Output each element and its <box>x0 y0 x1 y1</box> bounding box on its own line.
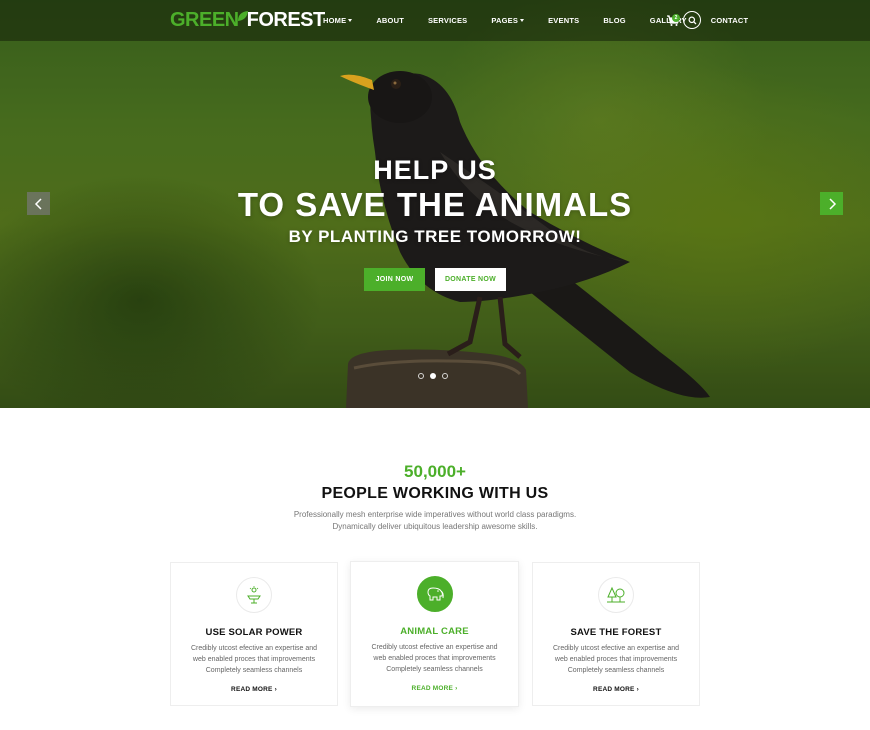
card-text: Credibly utcost efective an expertise an… <box>371 644 498 651</box>
logo-text-white: FOREST <box>246 9 326 31</box>
section-description-line1: Professionally mesh enterprise wide impe… <box>293 510 577 519</box>
card-text: Completely seamless channels <box>386 666 483 673</box>
search-button[interactable] <box>683 11 701 29</box>
card-text: web enabled proces that improvements <box>192 656 316 663</box>
card-text: web enabled proces that improvements <box>373 655 496 662</box>
card-text: Credibly utcost efective an expertise an… <box>190 645 318 652</box>
card-title: SAVE THE FOREST <box>570 627 662 638</box>
elephant-icon <box>416 576 453 612</box>
nav-services[interactable]: SERVICES <box>428 16 467 25</box>
nav-blog-label: BLOG <box>603 16 626 25</box>
cart-count-badge: 2 <box>672 14 680 22</box>
read-more-link[interactable]: READ MORE › <box>533 686 699 693</box>
join-now-button[interactable]: JOIN NOW <box>364 268 425 291</box>
nav-home-label: HOME <box>323 16 347 25</box>
nav-blog[interactable]: BLOG <box>603 16 625 25</box>
nav-pages[interactable]: PAGES <box>491 16 525 25</box>
section-description-line2: Dynamically deliver ubiquitous leadershi… <box>332 522 538 531</box>
feature-card-animal-care: ANIMAL CARE Credibly utcost efective an … <box>350 561 519 707</box>
site-header: GREEN FOREST HOME ABOUT SERVICES PAGES E… <box>0 0 870 41</box>
read-more-link[interactable]: READ MORE › <box>171 686 337 693</box>
caret-down-icon <box>348 19 353 22</box>
hero-heading-line1: HELP US <box>373 155 497 185</box>
card-text: Completely seamless channels <box>205 667 303 674</box>
solar-panel-icon <box>236 577 272 613</box>
hero-slider: GREEN FOREST HOME ABOUT SERVICES PAGES E… <box>0 0 870 408</box>
nav-contact[interactable]: CONTACT <box>711 16 749 25</box>
caret-down-icon <box>520 19 525 22</box>
slider-dots <box>418 373 454 379</box>
feature-card-solar: USE SOLAR POWER Credibly utcost efective… <box>170 562 338 706</box>
nav-events[interactable]: EVENTS <box>548 16 579 25</box>
nav-about[interactable]: ABOUT <box>376 16 404 25</box>
card-text: Completely seamless channels <box>567 667 665 674</box>
slider-dot-active[interactable] <box>430 373 436 379</box>
main-nav: HOME ABOUT SERVICES PAGES EVENTS BLOG GA… <box>323 0 772 41</box>
logo-text-green: GREEN <box>170 9 239 31</box>
nav-contact-label: CONTACT <box>710 16 749 25</box>
nav-about-label: ABOUT <box>376 16 404 25</box>
slider-dot[interactable] <box>442 373 448 379</box>
people-count: 50,000+ <box>404 462 466 481</box>
leaf-icon <box>237 10 248 21</box>
nav-home[interactable]: HOME <box>323 16 353 25</box>
donate-now-button[interactable]: DONATE NOW <box>435 268 506 291</box>
card-text: web enabled proces that improvements <box>554 656 678 663</box>
nav-services-label: SERVICES <box>427 16 468 25</box>
section-title: PEOPLE WORKING WITH US <box>321 485 549 502</box>
search-icon <box>687 15 696 24</box>
trees-icon <box>598 577 634 613</box>
feature-card-forest: SAVE THE FOREST Credibly utcost efective… <box>532 562 700 706</box>
card-title: USE SOLAR POWER <box>205 627 303 638</box>
site-logo[interactable]: GREEN FOREST <box>170 9 325 32</box>
hero-heading-line3: BY PLANTING TREE TOMORROW! <box>288 227 582 246</box>
card-text: Credibly utcost efective an expertise an… <box>552 645 680 652</box>
slider-dot[interactable] <box>418 373 424 379</box>
read-more-link[interactable]: READ MORE › <box>351 685 518 692</box>
nav-events-label: EVENTS <box>548 16 580 25</box>
hero-heading-line2: TO SAVE THE ANIMALS <box>237 186 633 223</box>
nav-pages-label: PAGES <box>491 16 519 25</box>
card-title: ANIMAL CARE <box>400 626 469 637</box>
